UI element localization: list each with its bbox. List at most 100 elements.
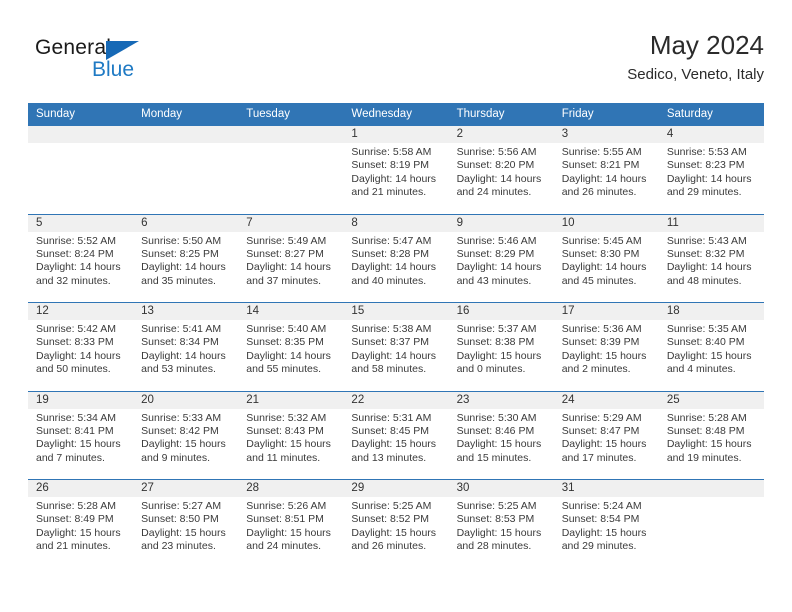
- sunset-time: Sunset: 8:46 PM: [456, 424, 535, 437]
- sunset-time: Sunset: 8:32 PM: [666, 247, 745, 260]
- day-number: [658, 480, 764, 497]
- calendar-day-cell[interactable]: 23 Sunrise: 5:30 AM Sunset: 8:46 PM Dayligh…: [448, 391, 554, 480]
- calendar-day-cell[interactable]: 13 Sunrise: 5:41 AM Sunset: 8:34 PM Dayligh…: [133, 303, 239, 391]
- day-details: [28, 143, 133, 146]
- day-number: 25: [658, 391, 764, 409]
- calendar-day-cell[interactable]: 3 Sunrise: 5:55 AM Sunset: 8:21 PM Daylight…: [553, 126, 659, 214]
- calendar-day-cell-empty: [28, 126, 134, 214]
- weekday-header-friday: Friday: [561, 108, 594, 120]
- calendar-day-cell[interactable]: 16 Sunrise: 5:37 AM Sunset: 8:38 PM Dayligh…: [448, 303, 554, 391]
- day-details: Sunrise: 5:31 AM Sunset: 8:45 PM Daylight:…: [343, 409, 448, 466]
- daylight-line-1: Daylight: 15 hours: [666, 349, 752, 362]
- page-header: General Blue May 2024 Sedico, Veneto, It…: [28, 28, 764, 94]
- daylight-line-1: Daylight: 15 hours: [36, 526, 121, 539]
- calendar-day-cell[interactable]: 15 Sunrise: 5:38 AM Sunset: 8:37 PM Dayligh…: [343, 303, 449, 391]
- daylight-line-2: and 37 minutes.: [246, 274, 321, 287]
- day-number: 18: [658, 303, 764, 320]
- calendar-day-cell[interactable]: 26 Sunrise: 5:28 AM Sunset: 8:49 PM Dayligh…: [28, 480, 134, 569]
- day-number: 15: [343, 303, 449, 320]
- day-details: [133, 143, 238, 146]
- logo-word-blue: Blue: [92, 58, 135, 81]
- calendar-day-cell[interactable]: 9 Sunrise: 5:46 AM Sunset: 8:29 PM Daylight…: [448, 214, 554, 303]
- daylight-line-2: and 35 minutes.: [141, 274, 216, 287]
- calendar-day-cell[interactable]: 31 Sunrise: 5:24 AM Sunset: 8:54 PM Dayligh…: [553, 480, 659, 569]
- day-details: Sunrise: 5:27 AM Sunset: 8:50 PM Daylight:…: [133, 497, 238, 554]
- calendar-day-cell[interactable]: 2 Sunrise: 5:56 AM Sunset: 8:20 PM Daylight…: [448, 126, 554, 214]
- calendar-day-cell[interactable]: 8 Sunrise: 5:47 AM Sunset: 8:28 PM Daylight…: [343, 214, 449, 303]
- calendar-day-cell[interactable]: 18 Sunrise: 5:35 AM Sunset: 8:40 PM Dayligh…: [658, 303, 764, 391]
- weekday-header-sunday: Sunday: [36, 108, 76, 120]
- daylight-line-1: Daylight: 14 hours: [141, 349, 226, 362]
- day-details: Sunrise: 5:58 AM Sunset: 8:19 PM Daylight:…: [343, 143, 448, 200]
- calendar-day-cell[interactable]: 24 Sunrise: 5:29 AM Sunset: 8:47 PM Dayligh…: [553, 391, 659, 480]
- daylight-line-2: and 23 minutes.: [141, 540, 216, 553]
- day-details: Sunrise: 5:52 AM Sunset: 8:24 PM Daylight:…: [28, 232, 133, 289]
- daylight-line-1: Daylight: 15 hours: [141, 526, 226, 539]
- calendar-day-cell[interactable]: 7 Sunrise: 5:49 AM Sunset: 8:27 PM Daylight…: [238, 214, 344, 303]
- day-details: Sunrise: 5:24 AM Sunset: 8:54 PM Daylight:…: [554, 497, 659, 554]
- calendar-day-cell[interactable]: 29 Sunrise: 5:25 AM Sunset: 8:52 PM Dayligh…: [343, 480, 449, 569]
- calendar-grid: Sunday Monday Tuesday Wednesday Thursday…: [28, 103, 764, 569]
- sunrise-time: Sunrise: 5:36 AM: [561, 323, 642, 335]
- sunset-time: Sunset: 8:30 PM: [561, 247, 640, 260]
- calendar-day-cell[interactable]: 1 Sunrise: 5:58 AM Sunset: 8:19 PM Daylight…: [343, 126, 449, 214]
- daylight-line-1: Daylight: 14 hours: [456, 172, 542, 185]
- calendar-day-cell[interactable]: 4 Sunrise: 5:53 AM Sunset: 8:23 PM Daylight…: [658, 126, 764, 214]
- day-number: [133, 126, 239, 143]
- daylight-line-2: and 29 minutes.: [666, 186, 742, 199]
- sunset-time: Sunset: 8:41 PM: [36, 424, 114, 437]
- day-details: Sunrise: 5:53 AM Sunset: 8:23 PM Daylight:…: [659, 143, 764, 200]
- daylight-line-1: Daylight: 15 hours: [36, 438, 121, 451]
- weekday-header-thursday: Thursday: [456, 108, 505, 120]
- calendar-day-cell[interactable]: 20 Sunrise: 5:33 AM Sunset: 8:42 PM Dayligh…: [133, 391, 239, 480]
- daylight-line-2: and 28 minutes.: [456, 540, 532, 553]
- calendar-day-cell[interactable]: 10 Sunrise: 5:45 AM Sunset: 8:30 PM Dayligh…: [553, 214, 659, 303]
- calendar-day-cell[interactable]: 11 Sunrise: 5:43 AM Sunset: 8:32 PM Dayligh…: [658, 214, 764, 303]
- calendar-day-cell[interactable]: 17 Sunrise: 5:36 AM Sunset: 8:39 PM Dayligh…: [553, 303, 659, 391]
- calendar-day-cell[interactable]: 21 Sunrise: 5:32 AM Sunset: 8:43 PM Dayligh…: [238, 391, 344, 480]
- daylight-line-1: Daylight: 14 hours: [246, 261, 331, 274]
- calendar-day-cell[interactable]: 30 Sunrise: 5:25 AM Sunset: 8:53 PM Dayligh…: [448, 480, 554, 569]
- daylight-line-1: Daylight: 14 hours: [561, 172, 647, 185]
- sunset-time: Sunset: 8:33 PM: [36, 336, 114, 349]
- sunset-time: Sunset: 8:27 PM: [246, 247, 324, 260]
- sunset-time: Sunset: 8:35 PM: [246, 336, 324, 349]
- calendar-day-cell[interactable]: 27 Sunrise: 5:27 AM Sunset: 8:50 PM Dayligh…: [133, 480, 239, 569]
- calendar-day-cell[interactable]: 25 Sunrise: 5:28 AM Sunset: 8:48 PM Dayligh…: [658, 391, 764, 480]
- sunset-time: Sunset: 8:53 PM: [456, 513, 535, 526]
- daylight-line-2: and 48 minutes.: [666, 274, 742, 287]
- calendar-day-cell[interactable]: 6 Sunrise: 5:50 AM Sunset: 8:25 PM Daylight…: [133, 214, 239, 303]
- day-number: 3: [553, 126, 659, 143]
- day-number: 11: [658, 214, 764, 232]
- calendar-page: General Blue May 2024 Sedico, Veneto, It…: [0, 0, 792, 612]
- calendar-day-cell[interactable]: 14 Sunrise: 5:40 AM Sunset: 8:35 PM Dayligh…: [238, 303, 344, 391]
- calendar-day-cell[interactable]: 5 Sunrise: 5:52 AM Sunset: 8:24 PM Daylight…: [28, 214, 134, 303]
- calendar-day-cell[interactable]: 19 Sunrise: 5:34 AM Sunset: 8:41 PM Dayligh…: [28, 391, 134, 480]
- sunset-time: Sunset: 8:49 PM: [36, 513, 114, 526]
- calendar-day-cell[interactable]: 12 Sunrise: 5:42 AM Sunset: 8:33 PM Dayligh…: [28, 303, 134, 391]
- daylight-line-1: Daylight: 14 hours: [351, 349, 437, 362]
- sunrise-time: Sunrise: 5:27 AM: [141, 500, 222, 512]
- day-number: 8: [343, 214, 449, 232]
- day-details: Sunrise: 5:25 AM Sunset: 8:53 PM Daylight:…: [449, 497, 554, 554]
- day-details: Sunrise: 5:28 AM Sunset: 8:49 PM Daylight:…: [28, 497, 133, 554]
- day-details: Sunrise: 5:34 AM Sunset: 8:41 PM Daylight:…: [28, 409, 133, 466]
- daylight-line-2: and 32 minutes.: [36, 274, 111, 287]
- weekday-header-wednesday: Wednesday: [351, 108, 412, 120]
- sunrise-time: Sunrise: 5:46 AM: [456, 234, 537, 247]
- day-number: 19: [28, 391, 134, 409]
- day-details: Sunrise: 5:33 AM Sunset: 8:42 PM Daylight:…: [133, 409, 238, 466]
- day-number: 6: [133, 214, 239, 232]
- day-number: 26: [28, 480, 134, 497]
- sunrise-time: Sunrise: 5:32 AM: [246, 411, 327, 424]
- daylight-line-2: and 17 minutes.: [561, 451, 637, 464]
- day-number: 14: [238, 303, 344, 320]
- sunrise-time: Sunrise: 5:25 AM: [456, 500, 537, 512]
- day-number: 12: [28, 303, 134, 320]
- calendar-day-cell[interactable]: 22 Sunrise: 5:31 AM Sunset: 8:45 PM Dayligh…: [343, 391, 449, 480]
- daylight-line-1: Daylight: 15 hours: [561, 438, 647, 451]
- calendar-day-cell[interactable]: 28 Sunrise: 5:26 AM Sunset: 8:51 PM Dayligh…: [238, 480, 344, 569]
- calendar-week-row: 5 Sunrise: 5:52 AM Sunset: 8:24 PM Daylight…: [28, 213, 764, 303]
- sunset-time: Sunset: 8:54 PM: [561, 513, 640, 526]
- sunset-time: Sunset: 8:21 PM: [561, 159, 640, 172]
